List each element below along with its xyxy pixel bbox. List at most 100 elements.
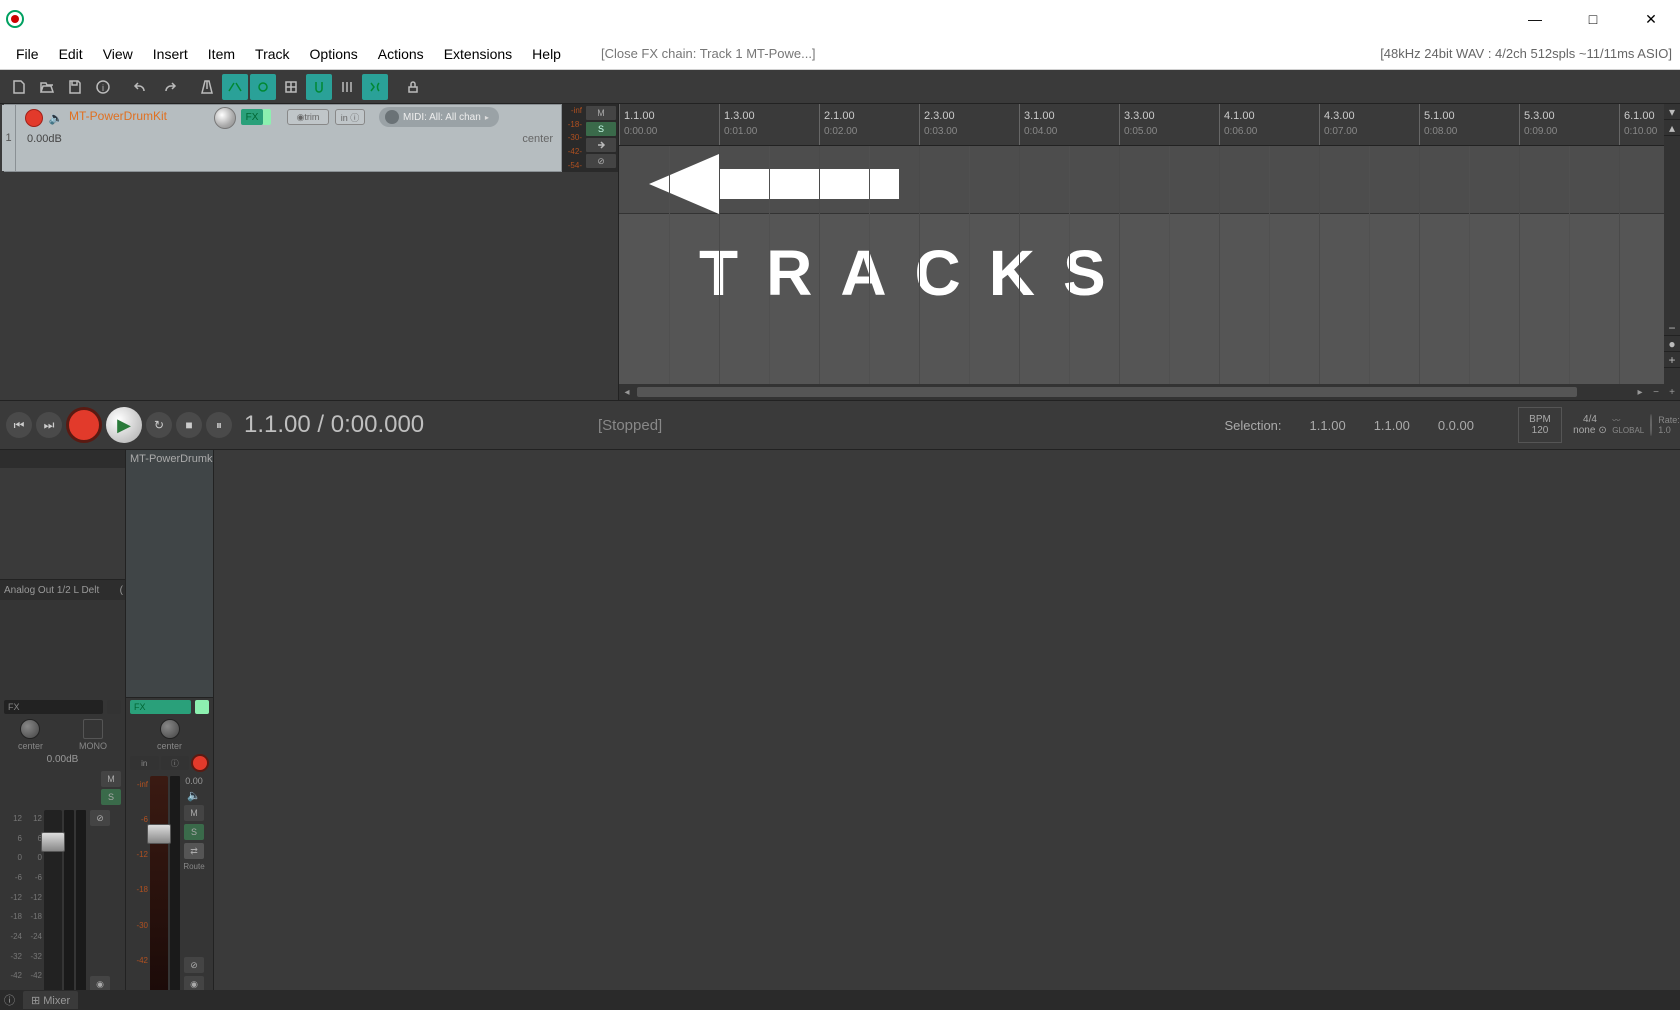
bpm-box[interactable]: BPM 120 bbox=[1518, 407, 1562, 443]
window-maximize-button[interactable]: □ bbox=[1564, 0, 1622, 38]
close-fx-chain-link[interactable]: [Close FX chain: Track 1 MT-Powe...] bbox=[571, 46, 826, 61]
lock-icon[interactable] bbox=[400, 74, 426, 100]
vscroll-up[interactable]: ▴ bbox=[1664, 120, 1680, 136]
vertical-scrollbar[interactable]: ▾ ▴ − ● + bbox=[1664, 104, 1680, 384]
undo-icon[interactable] bbox=[128, 74, 154, 100]
playrate-knob[interactable] bbox=[1650, 414, 1652, 436]
pause-button[interactable]: ⏸ bbox=[206, 412, 232, 438]
master-inserts[interactable] bbox=[0, 468, 125, 580]
arrange-canvas[interactable]: TRACKS bbox=[619, 146, 1680, 384]
mixer-track-monitor-icon[interactable]: 🔈 bbox=[187, 789, 201, 802]
record-button[interactable] bbox=[66, 407, 102, 443]
marker-toggle-icon[interactable]: ▾ bbox=[1664, 104, 1680, 120]
mixer-track-route-button[interactable]: ⇄ bbox=[184, 843, 204, 859]
timesig-dropdown-icon[interactable]: ⊙ bbox=[1598, 425, 1606, 436]
mixer-track-strip-1[interactable]: MT-PowerDrumk FX center in ⓘ -inf-6-12-1… bbox=[126, 450, 214, 1010]
go-to-end-button[interactable]: ⏭ bbox=[36, 412, 62, 438]
metronome-icon[interactable] bbox=[194, 74, 220, 100]
vzoom-reset-button[interactable]: ● bbox=[1664, 336, 1680, 352]
selection-start[interactable]: 1.1.00 bbox=[1310, 418, 1346, 433]
mixer-track-recarm-button[interactable] bbox=[191, 754, 209, 772]
master-pan-knob[interactable] bbox=[20, 719, 40, 739]
master-mono-button[interactable] bbox=[83, 719, 103, 739]
mixer-track-input-button[interactable]: in bbox=[130, 756, 159, 770]
mixer-track-solo-button[interactable]: S bbox=[184, 824, 204, 840]
track-name[interactable]: MT-PowerDrumKit bbox=[69, 109, 167, 123]
mute-button[interactable]: M bbox=[586, 106, 616, 120]
mixer-track-sends[interactable] bbox=[126, 468, 213, 698]
selection-end[interactable]: 1.1.00 bbox=[1374, 418, 1410, 433]
menu-item[interactable]: Item bbox=[198, 46, 245, 62]
mixer-track-title[interactable]: MT-PowerDrumk bbox=[126, 450, 213, 468]
menu-help[interactable]: Help bbox=[522, 46, 571, 62]
hscroll-right-cap[interactable]: ▸ bbox=[1632, 384, 1648, 400]
master-fx-led[interactable] bbox=[107, 700, 121, 714]
master-fader[interactable] bbox=[44, 810, 62, 1004]
snap-icon[interactable] bbox=[306, 74, 332, 100]
menu-view[interactable]: View bbox=[93, 46, 143, 62]
info-icon[interactable]: ⓘ bbox=[4, 992, 15, 1008]
loop-button[interactable]: ↻ bbox=[146, 412, 172, 438]
timesig-box[interactable]: 4/4 none⊙ bbox=[1570, 407, 1610, 443]
mixer-track-env-button[interactable]: ⊘ bbox=[184, 957, 204, 973]
mixer-track-pan-knob[interactable] bbox=[160, 719, 180, 739]
volume-knob[interactable] bbox=[214, 107, 236, 129]
playrate-value[interactable]: 1.0 bbox=[1658, 425, 1680, 435]
track-row-1[interactable]: 1 🔈 MT-PowerDrumKit FX ◉ trim in ⓘ MIDI:… bbox=[4, 104, 562, 172]
selection-readout[interactable]: Selection: 1.1.00 1.1.00 0.0.00 bbox=[1224, 418, 1474, 433]
grid-lines-icon[interactable] bbox=[334, 74, 360, 100]
global-automation-icon[interactable]: 〰 GLOBAL bbox=[1612, 415, 1644, 435]
grid-icon[interactable] bbox=[278, 74, 304, 100]
stop-button[interactable]: ■ bbox=[176, 412, 202, 438]
fx-button[interactable]: FX bbox=[241, 109, 263, 125]
bpm-value[interactable]: 120 bbox=[1532, 425, 1549, 436]
route-button[interactable] bbox=[586, 138, 616, 152]
master-fx-button[interactable]: FX bbox=[4, 700, 103, 714]
vzoom-out-button[interactable]: − bbox=[1664, 320, 1680, 336]
horizontal-scrollbar[interactable]: ◂ ▸ − + bbox=[619, 384, 1680, 400]
vzoom-in-button[interactable]: + bbox=[1664, 352, 1680, 368]
trim-button[interactable]: ◉ trim bbox=[287, 109, 329, 125]
selection-length[interactable]: 0.0.00 bbox=[1438, 418, 1474, 433]
timeline[interactable]: 1.1.000:00.00 1.3.000:01.002.1.000:02.00… bbox=[618, 104, 1680, 400]
master-env-button[interactable]: ⊘ bbox=[90, 810, 110, 826]
project-settings-icon[interactable]: i bbox=[90, 74, 116, 100]
open-project-icon[interactable] bbox=[34, 74, 60, 100]
mixer-master-strip[interactable]: Analog Out 1/2 L Delt( FX center MONO 0.… bbox=[0, 450, 126, 1010]
record-arm-button[interactable] bbox=[25, 109, 43, 127]
auto-crossfade-icon[interactable] bbox=[222, 74, 248, 100]
ruler[interactable]: 1.1.000:00.00 1.3.000:01.002.1.000:02.00… bbox=[619, 104, 1680, 146]
item-grouping-icon[interactable] bbox=[250, 74, 276, 100]
timesig-value[interactable]: 4/4 bbox=[1583, 414, 1597, 425]
window-close-button[interactable]: ✕ bbox=[1622, 0, 1680, 38]
redo-icon[interactable] bbox=[156, 74, 182, 100]
hzoom-in-button[interactable]: + bbox=[1664, 384, 1680, 400]
mixer-track-fx-button[interactable]: FX bbox=[130, 700, 191, 714]
hscroll-left-cap[interactable]: ◂ bbox=[619, 384, 635, 400]
hw-output-knob-icon[interactable]: ( bbox=[120, 585, 125, 596]
window-minimize-button[interactable]: — bbox=[1506, 0, 1564, 38]
go-to-start-button[interactable]: ⏮ bbox=[6, 412, 32, 438]
new-project-icon[interactable] bbox=[6, 74, 32, 100]
solo-button[interactable]: S bbox=[586, 122, 616, 136]
menu-track[interactable]: Track bbox=[245, 46, 299, 62]
monitor-icon[interactable]: 🔈 bbox=[47, 109, 65, 127]
mixer-tab[interactable]: ⊞ Mixer bbox=[23, 991, 78, 1009]
ripple-edit-icon[interactable] bbox=[362, 74, 388, 100]
hzoom-out-button[interactable]: − bbox=[1648, 384, 1664, 400]
audio-device-status[interactable]: [48kHz 24bit WAV : 4/2ch 512spls ~11/11m… bbox=[1370, 46, 1680, 61]
menu-options[interactable]: Options bbox=[300, 46, 368, 62]
mixer-track-fader[interactable] bbox=[150, 776, 168, 1004]
menu-insert[interactable]: Insert bbox=[143, 46, 198, 62]
mixer-track-fx-led[interactable] bbox=[195, 700, 209, 714]
mixer-track-io-button[interactable]: ⓘ bbox=[161, 756, 190, 770]
master-solo-button[interactable]: S bbox=[101, 789, 121, 805]
menu-file[interactable]: File bbox=[6, 46, 49, 62]
play-button[interactable]: ▶ bbox=[106, 407, 142, 443]
menu-extensions[interactable]: Extensions bbox=[434, 46, 522, 62]
menu-edit[interactable]: Edit bbox=[49, 46, 93, 62]
menu-actions[interactable]: Actions bbox=[368, 46, 434, 62]
transport-time[interactable]: 1.1.00 / 0:00.000 bbox=[244, 411, 424, 439]
master-mute-button[interactable]: M bbox=[101, 771, 121, 787]
midi-input-selector[interactable]: MIDI: All: All chan ▸ bbox=[379, 107, 499, 127]
